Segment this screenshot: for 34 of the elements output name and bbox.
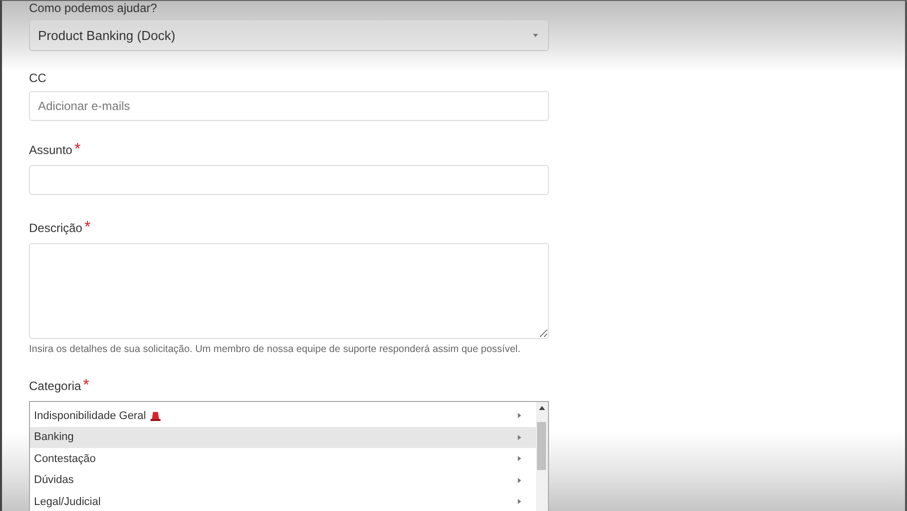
- required-asterisk: *: [83, 377, 90, 394]
- option-label: Contestação: [34, 452, 96, 465]
- chevron-right-icon: [517, 499, 522, 504]
- siren-icon: [150, 410, 161, 421]
- category-option[interactable]: Dúvidas: [30, 470, 536, 491]
- description-textarea[interactable]: [29, 243, 549, 339]
- chevron-right-icon: [517, 413, 522, 418]
- category-option[interactable]: Banking: [30, 426, 536, 448]
- required-asterisk: *: [74, 141, 81, 158]
- chevron-right-icon: [517, 456, 522, 462]
- dropdown-value: Product Banking (Dock): [38, 28, 176, 42]
- field-label: Assunto: [29, 143, 72, 157]
- scroll-up-icon[interactable]: [539, 406, 545, 410]
- subject-input-field[interactable]: [29, 165, 549, 195]
- caret-icon: [533, 32, 538, 38]
- category-option[interactable]: Contestação: [30, 448, 536, 470]
- field-hint: Insira os detalhes de sua solicitação. Um membro de nossa equipe de suporte responderá assim que possível.: [29, 344, 522, 355]
- option-label: Banking: [34, 431, 74, 444]
- field-label: Como podemos ajudar?: [29, 1, 158, 15]
- field-label: Descrição: [29, 221, 82, 235]
- option-label: Indisponibilidade Geral: [34, 410, 146, 422]
- required-asterisk: *: [84, 219, 91, 236]
- help-dropdown[interactable]: Product Banking (Dock): [29, 19, 549, 51]
- field-label: Categoria: [29, 379, 82, 393]
- chevron-right-icon: [517, 434, 522, 440]
- category-list[interactable]: Indisponibilidade Geral Banking Contestação Dúvidas Legal/Judicial: [29, 401, 549, 511]
- scrollbar[interactable]: [536, 402, 548, 511]
- category-option[interactable]: Indisponibilidade Geral: [30, 405, 536, 426]
- cc-input-field[interactable]: Adicionar e-mails: [29, 91, 549, 121]
- option-label: Legal/Judicial: [34, 496, 101, 508]
- chevron-right-icon: [517, 478, 522, 483]
- option-label: Dúvidas: [34, 474, 74, 486]
- field-label: CC: [29, 71, 48, 85]
- category-option[interactable]: Legal/Judicial: [30, 491, 536, 511]
